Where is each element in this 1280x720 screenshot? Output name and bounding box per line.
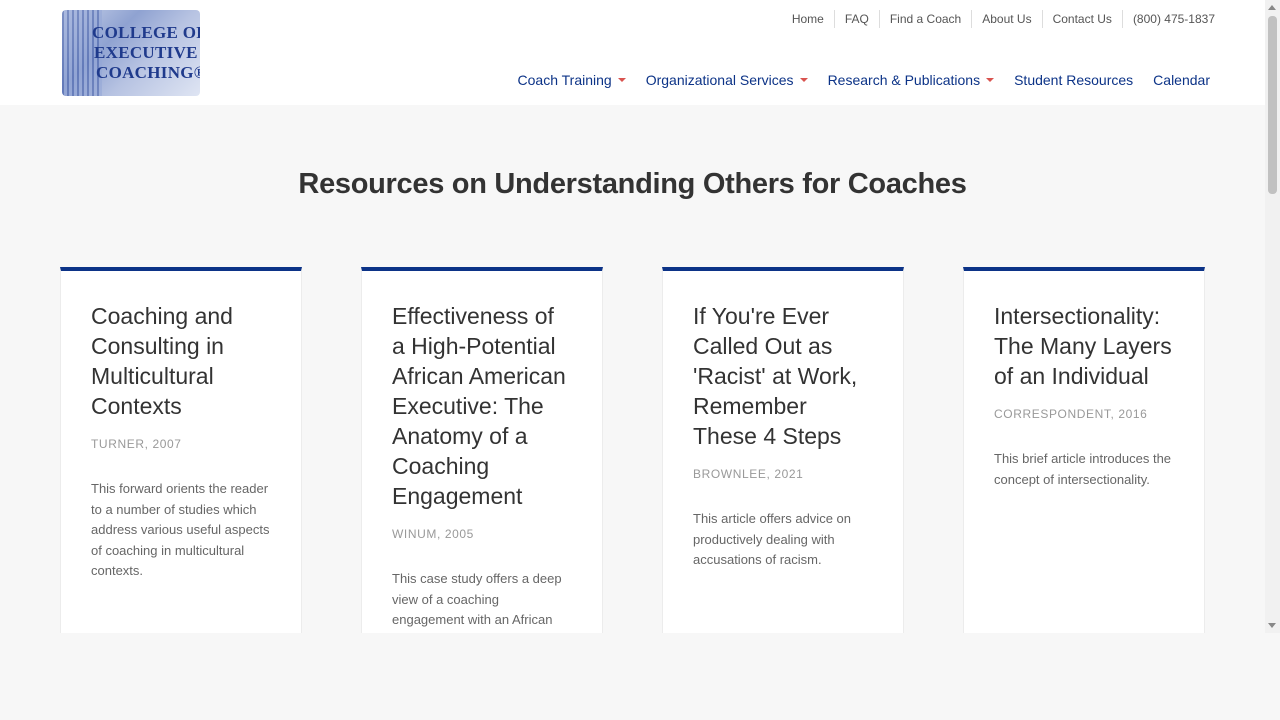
nav-research-publications[interactable]: Research & Publications xyxy=(818,71,1005,89)
main-nav: Coach Training Organizational Services R… xyxy=(508,71,1220,89)
card-title[interactable]: Effectiveness of a High-Potential Africa… xyxy=(392,301,572,511)
resource-card[interactable]: If You're Ever Called Out as 'Racist' at… xyxy=(662,267,904,633)
nav-link-contact-us[interactable]: Contact Us xyxy=(1041,10,1122,28)
card-author-year: BROWNLEE, 2021 xyxy=(693,467,804,481)
nav-coach-training[interactable]: Coach Training xyxy=(508,71,636,89)
card-description: This article offers advice on productive… xyxy=(693,511,851,567)
card-title[interactable]: Coaching and Consulting in Multicultural… xyxy=(91,301,271,421)
card-title[interactable]: Intersectionality: The Many Layers of an… xyxy=(994,301,1174,391)
caret-down-icon xyxy=(986,78,995,82)
logo-line-3: COACHING® xyxy=(96,63,200,82)
college-logo[interactable]: COLLEGE OF EXECUTIVE COACHING® xyxy=(62,10,200,96)
card-author-year: CORRESPONDENT, 2016 xyxy=(994,407,1148,421)
site-header: COLLEGE OF EXECUTIVE COACHING® Home FAQ … xyxy=(0,0,1265,105)
nav-coach-training-label: Coach Training xyxy=(517,72,612,88)
caret-down-icon xyxy=(617,78,626,82)
page-scrollbar[interactable] xyxy=(1265,0,1280,633)
caret-down-icon xyxy=(799,78,808,82)
card-description: This forward orients the reader to a num… xyxy=(91,481,270,578)
nav-calendar[interactable]: Calendar xyxy=(1143,71,1220,89)
nav-link-about-us[interactable]: About Us xyxy=(971,10,1041,28)
card-title[interactable]: If You're Ever Called Out as 'Racist' at… xyxy=(693,301,873,451)
nav-research-publications-label: Research & Publications xyxy=(827,72,981,88)
page-title: Resources on Understanding Others for Co… xyxy=(298,168,967,200)
phone-link[interactable]: (800) 475-1837 xyxy=(1121,10,1225,28)
resource-card[interactable]: Coaching and Consulting in Multicultural… xyxy=(60,267,302,633)
utility-nav: Home FAQ Find a Coach About Us Contact U… xyxy=(782,10,1225,28)
resource-card[interactable]: Intersectionality: The Many Layers of an… xyxy=(963,267,1205,633)
nav-link-faq[interactable]: FAQ xyxy=(833,10,879,28)
logo-text: COLLEGE OF EXECUTIVE COACHING® xyxy=(92,23,200,83)
card-author-year: TURNER, 2007 xyxy=(91,437,182,451)
scrollbar-thumb[interactable] xyxy=(1268,16,1277,194)
card-description: This brief article introduces the concep… xyxy=(994,451,1172,487)
resource-card[interactable]: Effectiveness of a High-Potential Africa… xyxy=(361,267,603,633)
nav-organizational-services[interactable]: Organizational Services xyxy=(636,71,818,89)
card-author-year: WINUM, 2005 xyxy=(392,527,474,541)
nav-link-find-a-coach[interactable]: Find a Coach xyxy=(878,10,971,28)
scroll-up-arrow-icon[interactable] xyxy=(1268,5,1276,10)
logo-line-1: COLLEGE OF xyxy=(92,23,200,42)
nav-calendar-label: Calendar xyxy=(1153,72,1210,88)
nav-link-home[interactable]: Home xyxy=(782,10,834,28)
nav-student-resources-label: Student Resources xyxy=(1014,72,1134,88)
nav-organizational-services-label: Organizational Services xyxy=(645,72,794,88)
card-description: This case study offers a deep view of a … xyxy=(392,571,562,627)
logo-line-2: EXECUTIVE xyxy=(94,43,198,62)
nav-student-resources[interactable]: Student Resources xyxy=(1004,71,1143,89)
scroll-down-arrow-icon[interactable] xyxy=(1268,623,1276,628)
